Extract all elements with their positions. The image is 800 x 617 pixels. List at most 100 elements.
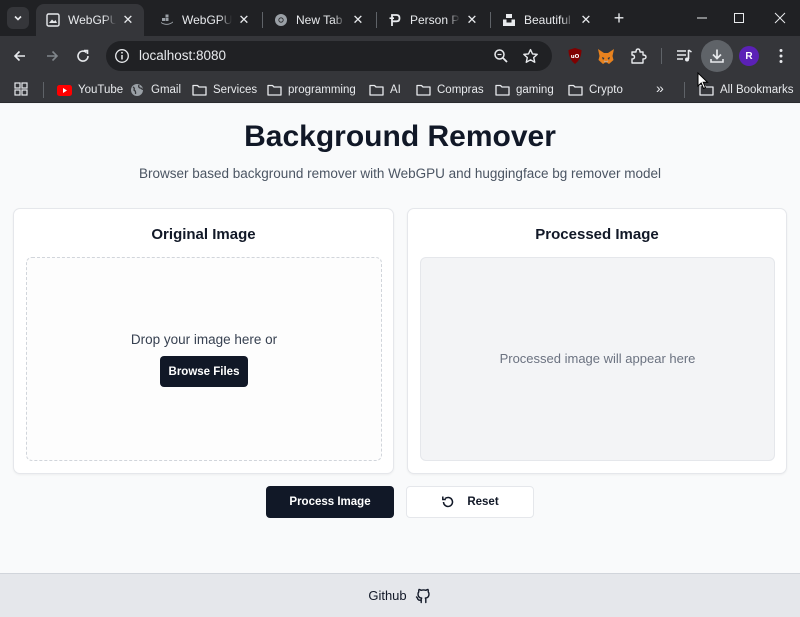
folder-icon xyxy=(415,83,431,97)
tab-person-photo[interactable]: Person Pho ✕ xyxy=(378,4,488,36)
drop-instructions: Drop your image here or xyxy=(130,332,278,347)
bookmark-label: Gmail xyxy=(151,84,182,96)
tab-separator xyxy=(262,12,263,28)
download-icon xyxy=(710,49,724,63)
tab-separator xyxy=(490,12,491,28)
tab-separator xyxy=(376,12,377,28)
card-title: Original Image xyxy=(151,226,256,243)
menu-kebab-icon[interactable] xyxy=(771,46,791,66)
bookmark-youtube[interactable]: YouTube xyxy=(56,80,123,100)
process-image-button[interactable]: Process Image xyxy=(266,486,394,518)
pexels-p-icon xyxy=(388,13,402,27)
page-content: Background Remover Browser based backgro… xyxy=(0,104,800,617)
maximize-button[interactable] xyxy=(719,0,759,36)
bookmark-label: YouTube xyxy=(78,84,124,96)
media-controls-icon[interactable] xyxy=(674,46,694,66)
arrow-left-icon xyxy=(13,50,25,62)
bookmark-label: Crypto xyxy=(589,84,623,96)
reload-button[interactable] xyxy=(71,44,95,68)
bookmark-folder-ai[interactable]: AI xyxy=(368,80,401,100)
chevron-down-icon xyxy=(14,15,22,21)
bookmark-folder-gaming[interactable]: gaming xyxy=(494,80,554,100)
bookmark-label: programming xyxy=(288,84,356,96)
tab-search-button[interactable] xyxy=(7,7,29,29)
bookmark-folder-services[interactable]: Services xyxy=(191,80,257,100)
tab-title: Person Pho xyxy=(410,13,460,27)
page-subtitle: Browser based background remover with We… xyxy=(138,166,662,181)
bookmark-gmail[interactable]: Gmail xyxy=(129,80,181,100)
bookmark-folder-compras[interactable]: Compras xyxy=(415,80,484,100)
browser-toolbar: localhost:8080 uO R xyxy=(0,36,800,76)
ublock-origin-icon[interactable]: uO xyxy=(565,46,585,66)
image-dropzone[interactable]: Drop your image here or Browse Files xyxy=(26,257,382,461)
browse-files-button[interactable]: Browse Files xyxy=(160,356,248,387)
image-icon xyxy=(46,13,60,27)
rotate-ccw-icon xyxy=(441,495,455,509)
zoom-icon[interactable] xyxy=(492,47,510,65)
address-url[interactable]: localhost:8080 xyxy=(139,48,226,63)
maximize-icon xyxy=(734,13,744,23)
tab-webgpu-2[interactable]: WebGPU B ✕ xyxy=(150,4,260,36)
site-info-icon[interactable] xyxy=(114,48,130,64)
close-icon[interactable]: ✕ xyxy=(464,12,480,28)
tab-webgpu-active[interactable]: WebGPU B ✕ xyxy=(36,4,144,36)
minimize-icon xyxy=(697,17,707,19)
processed-image-area: Processed image will appear here xyxy=(420,257,775,461)
original-image-card: Original Image Drop your image here or B… xyxy=(13,208,394,474)
tab-strip: WebGPU B ✕ WebGPU B ✕ New Tab ✕ Person P… xyxy=(0,0,800,36)
svg-text:uO: uO xyxy=(571,54,580,60)
metamask-fox-icon[interactable] xyxy=(596,46,616,66)
tab-beautiful[interactable]: Beautiful F ✕ xyxy=(492,4,602,36)
footer: Github xyxy=(0,573,800,617)
close-window-button[interactable] xyxy=(760,0,800,36)
reset-label: Reset xyxy=(467,496,499,508)
globe-icon xyxy=(129,83,145,97)
close-icon[interactable]: ✕ xyxy=(578,12,594,28)
docker-whale-icon xyxy=(160,13,174,27)
bookmark-star-icon[interactable] xyxy=(521,47,539,65)
bookmark-label: Compras xyxy=(437,84,484,96)
arrow-right-icon xyxy=(47,50,59,62)
bookmark-label: All Bookmarks xyxy=(720,84,794,96)
bookmark-folder-programming[interactable]: programming xyxy=(266,80,356,100)
bookmark-label: gaming xyxy=(516,84,554,96)
more-bookmarks-chevron-icon[interactable]: » xyxy=(656,80,664,96)
close-icon[interactable]: ✕ xyxy=(350,12,366,28)
toolbar-separator xyxy=(661,48,662,64)
folder-icon xyxy=(494,83,510,97)
chrome-icon xyxy=(274,13,288,27)
bookmark-folder-crypto[interactable]: Crypto xyxy=(567,80,623,100)
tab-title: WebGPU B xyxy=(182,13,232,27)
new-tab-plus-icon[interactable]: + xyxy=(610,9,628,27)
address-bar[interactable]: localhost:8080 xyxy=(106,41,552,71)
profile-avatar[interactable]: R xyxy=(739,46,759,66)
apps-grid-icon[interactable] xyxy=(14,82,28,96)
all-bookmarks-folder[interactable]: All Bookmarks xyxy=(698,80,794,100)
reset-button[interactable]: Reset xyxy=(406,486,534,518)
reload-icon xyxy=(77,49,89,62)
puzzle-extensions-icon[interactable] xyxy=(628,46,648,66)
card-title: Processed Image xyxy=(535,226,659,243)
close-icon xyxy=(774,12,786,24)
unsplash-icon xyxy=(502,13,516,27)
close-icon[interactable]: ✕ xyxy=(120,12,136,28)
folder-icon xyxy=(191,83,207,97)
forward-button[interactable] xyxy=(40,44,64,68)
downloads-button[interactable] xyxy=(701,40,733,72)
back-button[interactable] xyxy=(8,44,32,68)
github-icon xyxy=(415,587,432,604)
folder-icon xyxy=(567,83,583,97)
tab-new-tab[interactable]: New Tab ✕ xyxy=(264,4,374,36)
github-link[interactable]: Github xyxy=(368,587,431,604)
minimize-button[interactable] xyxy=(682,0,722,36)
bookmark-label: Services xyxy=(213,84,258,96)
folder-icon xyxy=(266,83,282,97)
close-icon[interactable]: ✕ xyxy=(236,12,252,28)
processed-image-card: Processed Image Processed image will app… xyxy=(407,208,787,474)
tab-title: Beautiful F xyxy=(524,13,574,27)
folder-icon xyxy=(368,83,384,97)
github-label: Github xyxy=(368,588,407,603)
bookmark-label: AI xyxy=(390,84,401,96)
page-title: Background Remover xyxy=(244,120,556,153)
tab-title: WebGPU B xyxy=(68,13,116,27)
